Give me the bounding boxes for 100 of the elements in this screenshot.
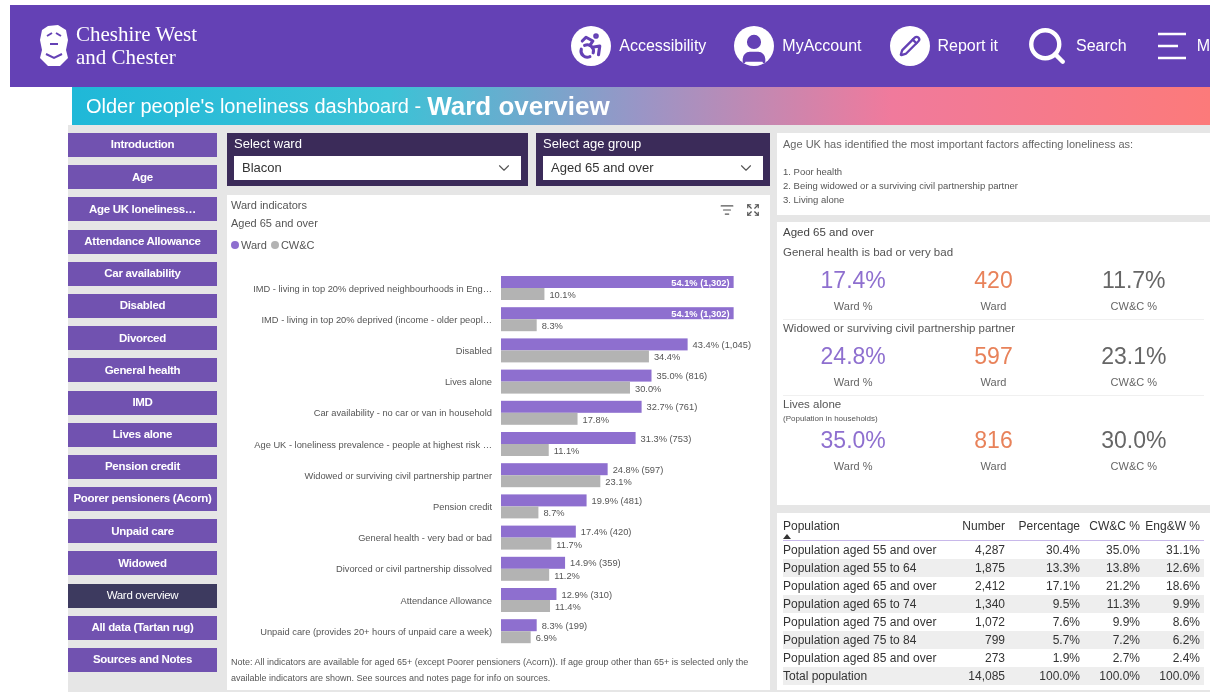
dropdown-field[interactable]: Blacon bbox=[234, 156, 521, 180]
dashboard-title: Older people's loneliness dashboard - bbox=[86, 94, 422, 119]
table-cell-text: 5.7% bbox=[1051, 632, 1080, 649]
table-cell-text: 11.3% bbox=[1105, 596, 1140, 613]
chart-title: Ward indicators bbox=[231, 198, 308, 213]
category-label: Pension credit bbox=[433, 501, 492, 512]
table-cell-text: 2.7% bbox=[1111, 650, 1140, 667]
value-label: 11.7% bbox=[556, 539, 582, 550]
sidebar-nav-button[interactable]: Introduction bbox=[68, 133, 217, 157]
table-cell-text: 21.2% bbox=[1104, 578, 1140, 595]
table-cell-text: 12.6% bbox=[1164, 560, 1200, 577]
sidebar-nav-button[interactable]: Poorer pensioners (Acorn) bbox=[68, 487, 217, 512]
value-label: 14.9% (359) bbox=[570, 557, 621, 568]
kpi-value: 35.0% bbox=[820, 426, 886, 454]
header-nav-link[interactable]: Report it bbox=[889, 26, 998, 66]
kpi-value: 11.7% bbox=[1102, 266, 1166, 294]
value-label: 11.4% bbox=[555, 601, 581, 612]
ward-bar bbox=[501, 556, 566, 569]
value-label: 6.9% bbox=[535, 632, 557, 643]
sidebar-nav-button[interactable]: Age UK loneliness… bbox=[68, 197, 217, 222]
ward-bar bbox=[501, 618, 537, 631]
table-cell-text: Population aged 75 and over bbox=[783, 614, 938, 631]
kpi-group-title: Lives alone bbox=[783, 397, 843, 412]
factors-intro: Age UK has identified the most important factors affecting loneliness as: bbox=[783, 137, 1135, 151]
table-cell-text: Population aged 65 and over bbox=[783, 578, 938, 595]
kpi-heading: Aged 65 and over bbox=[783, 225, 875, 240]
filter-label: Select ward bbox=[234, 136, 303, 152]
category-label: Unpaid care (provides 20+ hours of unpaid care a week) bbox=[260, 626, 492, 637]
table-cell-text: 6.2% bbox=[1171, 632, 1200, 649]
kpi-value: 420 bbox=[974, 266, 1013, 294]
sidebar-nav-button[interactable]: Age bbox=[68, 165, 217, 190]
table-cell-text: 1.9% bbox=[1051, 650, 1080, 667]
header-nav-link[interactable]: Accessibility bbox=[571, 26, 707, 66]
kpi-value: 17.4% bbox=[820, 266, 886, 294]
table-cell-text: Population aged 75 to 84 bbox=[783, 632, 918, 649]
sidebar-nav-button[interactable]: Attendance Allowance bbox=[68, 229, 217, 254]
value-label: 12.9% (310) bbox=[561, 589, 613, 599]
category-label: Divorced or civil partnership dissolved bbox=[335, 563, 492, 574]
value-label: 19.9% (481) bbox=[591, 495, 643, 506]
user-icon bbox=[734, 26, 775, 66]
column-header[interactable]: Population bbox=[783, 519, 949, 539]
kpi-group-title: General health is bad or very bad bbox=[783, 245, 955, 260]
category-label: General health - very bad or bad bbox=[358, 532, 492, 543]
table-cell-text: 9.9% bbox=[1111, 614, 1140, 631]
value-label: 17.4% (420) bbox=[580, 526, 632, 537]
column-header[interactable]: Percentage bbox=[1005, 519, 1080, 539]
table-cell-text: Total population bbox=[783, 668, 869, 685]
table-cell-text: 2.4% bbox=[1171, 650, 1200, 667]
value-label: 43.4% (1,045) bbox=[692, 339, 752, 350]
table-cell-text: Population aged 55 to 64 bbox=[783, 560, 918, 577]
category-label: Attendance Allowance bbox=[400, 595, 492, 605]
value-label: 17.8% bbox=[582, 414, 609, 425]
table-cell-text: 273 bbox=[983, 650, 1005, 667]
table-cell-text: Population aged 85 and over bbox=[783, 650, 938, 667]
column-header[interactable]: Number bbox=[949, 519, 1005, 539]
header-nav-link[interactable]: M bbox=[1154, 30, 1210, 62]
sidebar-nav-button[interactable]: Unpaid care bbox=[68, 519, 217, 544]
sidebar-nav-button[interactable]: All data (Tartan rug) bbox=[68, 615, 217, 640]
table-cell-text: 100.0% bbox=[1038, 668, 1080, 685]
table-cell-text: 799 bbox=[983, 632, 1005, 649]
table-cell-text: 9.5% bbox=[1051, 596, 1080, 613]
column-header[interactable]: CW&C % bbox=[1080, 519, 1140, 539]
sidebar-nav-button[interactable]: Car availability bbox=[68, 261, 217, 286]
kpi-label: CW&C % bbox=[1110, 459, 1158, 473]
category-label: Car availability - no car or van in household bbox=[313, 407, 492, 418]
sidebar-nav-button[interactable]: Lives alone bbox=[68, 422, 217, 447]
sidebar-nav-button[interactable]: Ward overview bbox=[68, 583, 217, 608]
kpi-value: 24.8% bbox=[820, 342, 886, 370]
kpi-label: Ward % bbox=[833, 299, 873, 313]
kpi-label: Ward bbox=[980, 459, 1007, 473]
focus-mode-icon[interactable] bbox=[746, 203, 760, 217]
kpi-value: 23.1% bbox=[1101, 342, 1167, 370]
table-cell-text: 1,340 bbox=[973, 596, 1005, 613]
category-label: Disabled bbox=[455, 345, 492, 356]
header-nav-link[interactable]: Search bbox=[1025, 25, 1127, 67]
sidebar-nav-button[interactable]: General health bbox=[68, 358, 217, 383]
sidebar-nav-button[interactable]: Disabled bbox=[68, 293, 217, 318]
value-label: 8.3% (199) bbox=[541, 620, 588, 631]
table-cell-text: 2,412 bbox=[973, 578, 1005, 595]
table-cell-text: 1,875 bbox=[973, 560, 1005, 577]
kpi-label: Ward % bbox=[833, 375, 873, 389]
table-cell-text: 1,072 bbox=[973, 614, 1005, 631]
filter-icon[interactable] bbox=[720, 203, 734, 217]
kpi-label: Ward bbox=[980, 299, 1007, 313]
kpi-group-note: (Population in households) bbox=[783, 413, 879, 425]
table-cell-text: 18.6% bbox=[1164, 578, 1200, 595]
sidebar-nav-button[interactable]: Sources and Notes bbox=[68, 648, 217, 672]
sidebar-nav-button[interactable]: IMD bbox=[68, 390, 217, 415]
value-label: 30.0% bbox=[635, 383, 662, 394]
value-label: 24.8% (597) bbox=[612, 464, 664, 475]
column-header[interactable]: Eng&W % bbox=[1140, 519, 1200, 539]
value-label: 32.7% (761) bbox=[646, 401, 698, 412]
header-nav-link[interactable]: MyAccount bbox=[734, 26, 862, 66]
category-label: Widowed or surviving civil partnership partner bbox=[304, 470, 492, 481]
sidebar-nav-button[interactable]: Divorced bbox=[68, 326, 217, 351]
table-cell-text: Population aged 65 to 74 bbox=[783, 596, 918, 613]
kpi-label: Ward % bbox=[833, 459, 873, 473]
dropdown-field[interactable]: Aged 65 and over bbox=[543, 156, 763, 180]
sidebar-nav-button[interactable]: Widowed bbox=[68, 551, 217, 576]
sidebar-nav-button[interactable]: Pension credit bbox=[68, 454, 217, 479]
